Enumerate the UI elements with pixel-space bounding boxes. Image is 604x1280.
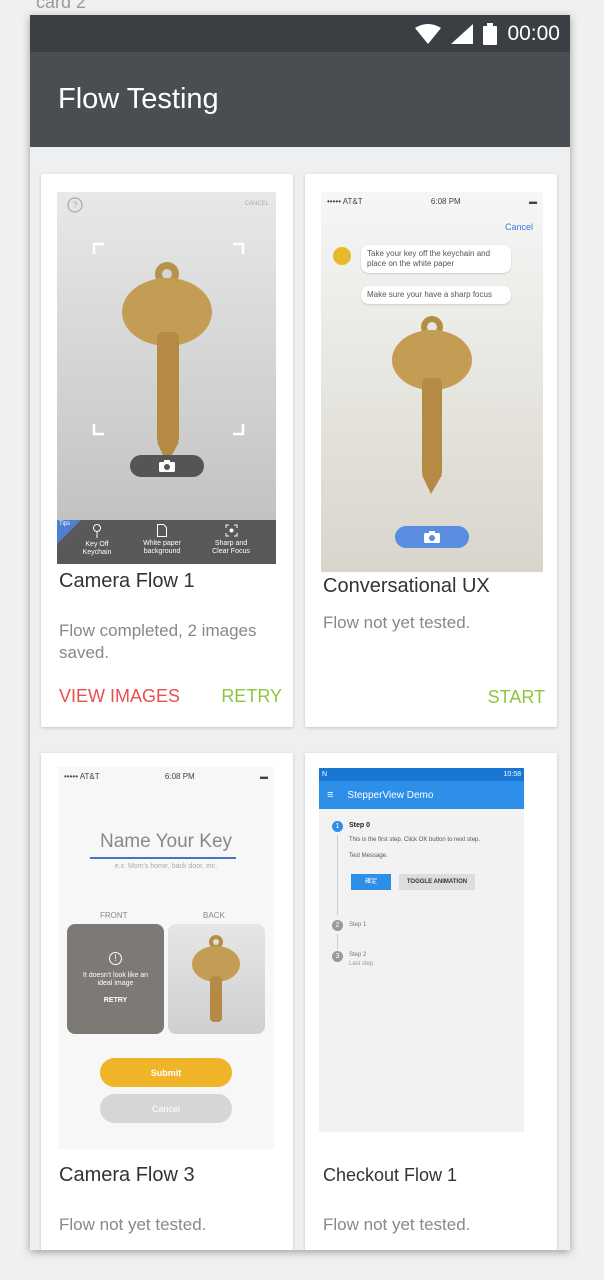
step-0-text: This is the first step. Click OK button …	[349, 837, 481, 843]
camera-viewfinder-graphic: ?	[67, 197, 245, 464]
shutter-button[interactable]	[130, 455, 204, 477]
step-2-subtitle: Last step	[349, 961, 374, 967]
svg-text:?: ?	[72, 200, 77, 210]
step-0-message: Test Message.	[349, 853, 388, 859]
android-status-bar: N 10:58	[319, 768, 524, 781]
step-2-indicator: 3	[332, 951, 343, 962]
tips-bar: Tips Key Off Keychain White paper backgr…	[57, 520, 276, 564]
camera-flow-1-thumbnail: ? CANCEL Tips Key Off Keychain White pap…	[57, 192, 276, 564]
cancel-button[interactable]: Cancel	[100, 1094, 232, 1123]
checkout-flow-1-thumbnail: N 10:58 ≡ StepperView Demo 1 Step 0 This…	[319, 768, 524, 1132]
back-image-tile[interactable]	[168, 924, 265, 1034]
card-title: Camera Flow 3	[59, 1164, 195, 1186]
key-icon	[93, 524, 101, 538]
tips-label: Tips	[59, 521, 71, 527]
flow-card-camera-flow-3[interactable]: ••••• AT&T 6:08 PM ▬ Name Your Key e.x. …	[41, 753, 293, 1250]
page-title: Flow Testing	[58, 83, 219, 115]
key-name-underline	[90, 857, 236, 859]
key-photo-graphic	[392, 316, 472, 494]
flow-card-camera-flow-1[interactable]: ? CANCEL Tips Key Off Keychain White pap…	[41, 174, 293, 727]
phone-screen: 00:00 Flow Testing ? CANCEL Tips Key Off…	[30, 15, 570, 1250]
step-0-title: Step 0	[349, 822, 371, 829]
caption-text: card 2	[36, 0, 87, 12]
view-images-button[interactable]: VIEW IMAGES	[59, 686, 180, 707]
conversational-ux-thumbnail: ••••• AT&T 6:08 PM ▬ Cancel Take your ke…	[321, 192, 543, 572]
toggle-animation-button[interactable]: TOGGLE ANIMATION	[399, 874, 475, 890]
step-1-indicator: 2	[332, 920, 343, 931]
app-bar: Flow Testing	[30, 52, 570, 147]
back-label: BACK	[203, 911, 225, 920]
signal-icon	[451, 23, 474, 44]
step-connector	[337, 835, 338, 915]
submit-button[interactable]: Submit	[100, 1058, 232, 1087]
step-connector	[337, 934, 338, 950]
step-1-title: Step 1	[349, 922, 367, 928]
battery-icon: ▬	[260, 771, 268, 781]
retry-button[interactable]: RETRY	[221, 686, 282, 707]
paper-icon	[157, 524, 167, 537]
front-label: FRONT	[100, 911, 128, 920]
camera-icon	[424, 531, 440, 543]
key-name-hint: e.x. Mom's home, back door, etc.	[114, 863, 218, 870]
card-status: Flow not yet tested.	[59, 1215, 207, 1234]
camera-cancel-label[interactable]: CANCEL	[245, 201, 269, 207]
start-button[interactable]: START	[488, 687, 545, 708]
ok-button[interactable]: 確定	[351, 874, 391, 890]
tip-key-off-keychain: Key Off Keychain	[81, 524, 113, 557]
card-title: Camera Flow 1	[59, 570, 195, 592]
camera-flow-3-thumbnail: ••••• AT&T 6:08 PM ▬ Name Your Key e.x. …	[58, 767, 274, 1149]
card-status: Flow not yet tested.	[323, 1215, 471, 1234]
capture-button[interactable]	[395, 526, 469, 548]
tip-white-paper: White paper background	[139, 524, 185, 556]
tip-sharp-focus: Sharp and Clear Focus	[209, 524, 253, 556]
thumb-status-bar: ••••• AT&T 6:08 PM ▬	[64, 771, 268, 781]
status-bar: 00:00	[30, 15, 570, 52]
front-image-tile[interactable]: ! It doesn't look like an ideal image RE…	[67, 924, 164, 1034]
stepper-app-bar: ≡ StepperView Demo	[319, 781, 524, 809]
wifi-icon	[415, 23, 442, 44]
flow-card-checkout-flow-1[interactable]: N 10:58 ≡ StepperView Demo 1 Step 0 This…	[305, 753, 557, 1250]
warning-text: It doesn't look like an ideal image	[82, 972, 149, 987]
retry-link[interactable]: RETRY	[75, 997, 156, 1005]
card-title: Conversational UX	[323, 575, 490, 597]
notification-icon: N	[322, 771, 328, 778]
step-0-indicator: 1	[332, 821, 343, 832]
step-2-title: Step 2	[349, 952, 367, 958]
card-status: Flow not yet tested.	[323, 613, 471, 632]
battery-icon	[483, 22, 498, 45]
card-title: Checkout Flow 1	[323, 1165, 458, 1185]
key-photo-graphic	[192, 935, 240, 1022]
flow-card-conversational-ux[interactable]: ••••• AT&T 6:08 PM ▬ Cancel Take your ke…	[305, 174, 557, 727]
camera-icon	[159, 460, 175, 472]
clock-text: 00:00	[507, 21, 560, 45]
menu-icon[interactable]: ≡	[327, 789, 333, 801]
name-your-key-heading: Name Your Key	[99, 831, 233, 852]
focus-icon	[225, 524, 237, 537]
card-status: Flow completed, 2 images saved.	[59, 621, 257, 662]
warning-icon: !	[109, 952, 122, 965]
